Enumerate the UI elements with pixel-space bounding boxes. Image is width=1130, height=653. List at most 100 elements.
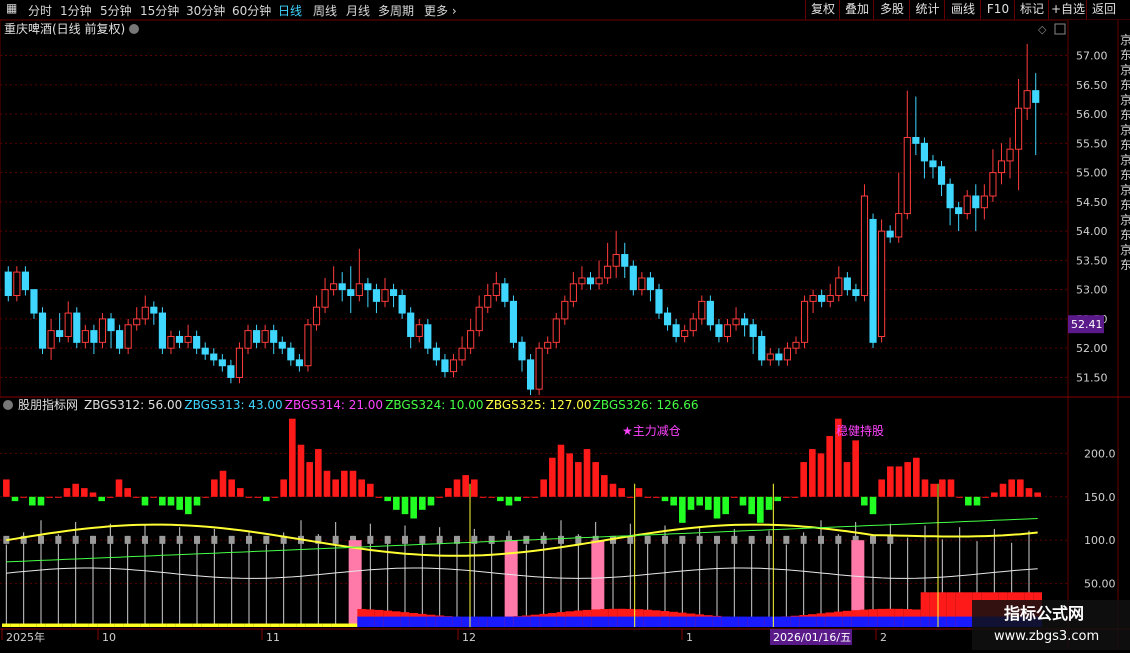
candle-body [843,277,851,291]
tab-1[interactable]: 1分钟 [60,2,92,19]
toolbar-button-5[interactable]: F10 [980,0,1015,19]
blue-band [608,616,618,627]
blue-band [409,616,418,627]
tab-7[interactable]: 周线 [313,2,337,19]
blue-band [851,616,860,627]
histogram-bar [1017,479,1024,497]
grey-marker [419,535,426,544]
histogram-bar [141,496,149,506]
blue-band [920,616,930,627]
candle-body [766,353,774,361]
toolbar-button-3[interactable]: 统计 [909,0,945,19]
candle-body [347,289,355,297]
candle-body [432,347,440,361]
candle-body [1006,148,1014,162]
candle-body [90,330,98,343]
candle-body [852,289,860,297]
candle-body [698,300,706,320]
histogram-bar [89,492,97,497]
histogram-bar [557,444,565,497]
blue-band [669,616,678,627]
lower-band [279,623,288,627]
chart-canvas[interactable]: 51.5052.0052.5053.0053.5054.0054.5055.00… [0,19,1130,650]
grey-marker [783,535,790,544]
candle-body [663,312,672,326]
lower-band [71,623,80,627]
candle-body [193,335,201,349]
histogram-bar [904,462,911,497]
tab-6[interactable]: 日线 [278,2,302,19]
candle-body [655,289,663,314]
tab-5[interactable]: 60分钟 [232,2,271,19]
candle-body [501,283,509,302]
blue-band [652,616,661,627]
candle-body [270,330,278,343]
candle-body [407,312,415,337]
histogram-bar [939,479,946,497]
price-axis-label: 53.00 [1076,284,1108,297]
histogram-bar [627,496,634,498]
grid-icon[interactable]: ▦ [6,1,17,15]
tab-10[interactable]: 更多 › [424,2,457,19]
toolbar-button-6[interactable]: 标记 [1014,0,1049,19]
candle-body [860,195,869,297]
histogram-bar [549,457,556,497]
toolbar-button-7[interactable]: +自选 [1048,0,1087,19]
candle-body [381,289,389,302]
lower-band [340,623,349,627]
candle-body [304,324,312,367]
tab-9[interactable]: 多周期 [378,2,414,19]
price-axis-label: 52.00 [1076,342,1108,355]
indicator-value-4: ZBGS325: 127.00 [486,398,592,412]
blue-band [565,616,574,627]
tab-0[interactable]: 分时 [28,2,52,19]
candle-body [133,318,141,326]
candle-body [997,160,1006,174]
histogram-bar [115,479,123,497]
histogram-bar [124,488,131,497]
toolbar-button-8[interactable]: 返回 [1086,0,1121,19]
histogram-bar [635,488,643,497]
candle-body [47,330,55,349]
blue-band [496,616,505,627]
tab-3[interactable]: 15分钟 [140,2,179,19]
time-label: 12 [462,631,476,644]
blue-band [418,616,427,627]
histogram-bar [176,496,183,510]
side-text-char: 东 [1120,78,1130,92]
toolbar-button-2[interactable]: 多股 [873,0,910,19]
candle-body [295,359,303,367]
toolbar-button-4[interactable]: 画线 [944,0,981,19]
chart-area[interactable]: 51.5052.0052.5053.0053.5054.0054.5055.00… [0,19,1130,650]
histogram-bar [991,492,998,497]
candle-body [141,306,149,320]
histogram-bar [947,479,955,497]
histogram-bar [29,496,36,506]
toolbar-button-1[interactable]: 叠加 [839,0,874,19]
blue-band [504,616,514,627]
candle-body [783,347,792,361]
histogram-bar [63,488,71,497]
side-text-char: 京 [1120,243,1130,257]
histogram-bar [1008,479,1015,497]
tab-2[interactable]: 5分钟 [100,2,132,19]
blue-band [721,616,730,627]
histogram-bar [315,449,322,497]
toolbar-button-0[interactable]: 复权 [805,0,840,19]
price-axis-label: 57.00 [1076,50,1108,63]
candle-body [749,324,757,337]
histogram-bar [1025,488,1033,497]
candle-body [604,265,612,279]
lower-band [331,623,340,627]
lower-band [106,623,115,627]
histogram-bar [783,496,790,498]
histogram-bar [445,488,452,497]
grey-marker [644,535,651,544]
tab-4[interactable]: 30分钟 [186,2,225,19]
blue-band [643,616,652,627]
grey-marker [211,535,218,544]
lower-band [322,623,332,627]
histogram-bar [202,496,209,498]
tab-8[interactable]: 月线 [346,2,370,19]
grey-marker [142,535,148,544]
